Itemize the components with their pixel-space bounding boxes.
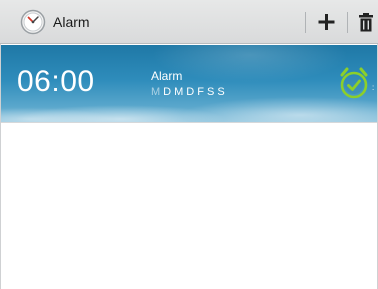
day-label: F [197, 86, 204, 98]
day-label: M [151, 86, 161, 98]
toolbar-divider [305, 12, 306, 33]
day-label: M [174, 86, 184, 98]
day-label: S [217, 86, 225, 98]
alarm-repeat-days: M D M D F S S [151, 86, 225, 99]
alarm-clock-icon[interactable] [20, 9, 46, 35]
toolbar-divider [347, 12, 348, 33]
day-label: D [186, 86, 195, 98]
action-bar: Alarm [0, 0, 378, 44]
trash-icon[interactable] [355, 6, 378, 38]
content-border [0, 44, 1, 289]
alarm-label: Alarm [151, 69, 183, 83]
day-label: S [206, 86, 215, 98]
alarm-time: 06:00 [17, 65, 95, 98]
alarm-list-item[interactable]: 06:00 Alarm M D M D F S S : [0, 45, 378, 122]
plus-icon[interactable] [312, 6, 340, 38]
list-divider [0, 122, 378, 123]
page-title: Alarm [53, 14, 90, 30]
alarm-clock-check-icon[interactable] [338, 65, 370, 101]
alarm-app-screen: Alarm 06:00 Alarm M D M D F S S: [0, 0, 378, 289]
day-label: D [163, 86, 172, 98]
